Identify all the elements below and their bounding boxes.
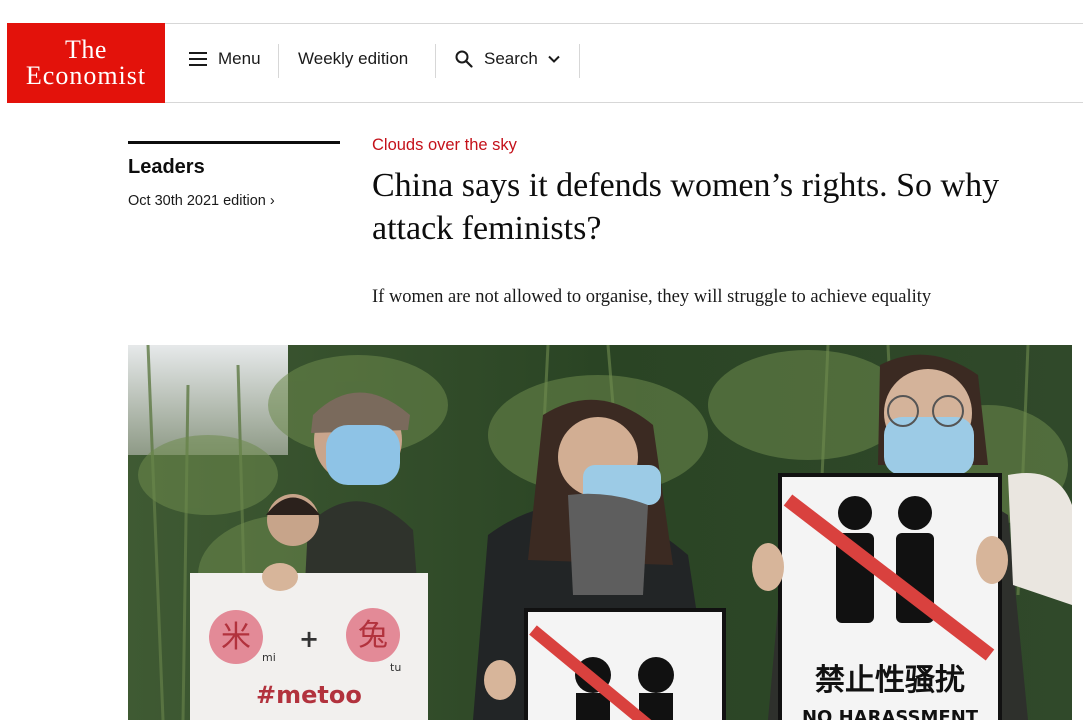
sign-hashtag: #metoo [256,681,362,709]
hero-image: 米 mi + 兔 tu #metoo 禁止性骚扰 NO HARASSMENT [128,345,1072,720]
article-standfirst: If women are not allowed to organise, th… [372,287,932,307]
menu-button[interactable]: Menu [189,40,261,78]
protest-photo: 米 mi + 兔 tu #metoo 禁止性骚扰 NO HARASSMENT [128,345,1072,720]
search-button[interactable]: Search [455,40,560,78]
header-bottom-divider [165,102,1083,103]
logo-line-1: The [65,35,107,64]
logo-line-2: Economist [25,61,147,90]
search-label: Search [484,49,538,68]
sign-label-mi: mi [262,651,276,664]
nav-separator [278,44,279,78]
edition-link[interactable]: Oct 30th 2021 edition › [128,193,275,209]
weekly-edition-link[interactable]: Weekly edition [298,40,408,78]
sign-char-mi: 米 [221,620,251,655]
header-top-divider [165,23,1083,24]
economist-logo[interactable]: The Economist [7,23,165,103]
chevron-down-icon [548,55,560,63]
edition-label: Oct 30th 2021 edition [128,193,266,209]
article-rubric: Clouds over the sky [372,136,517,154]
search-icon [455,50,473,68]
sign-plus: + [299,625,319,653]
sign-char-tu: 兔 [358,618,388,653]
sign-chinese-text: 禁止性骚扰 [815,663,965,698]
nav-separator [435,44,436,78]
section-rule [128,141,340,144]
menu-label: Menu [218,49,261,68]
sign-label-tu: tu [390,661,401,674]
weekly-edition-label: Weekly edition [298,49,409,68]
nav-separator [579,44,580,78]
hamburger-icon [189,52,207,66]
article-headline: China says it defends women’s rights. So… [372,167,1000,247]
chevron-right-icon: › [269,193,275,209]
sign-english-text: NO HARASSMENT [802,707,979,720]
section-name[interactable]: Leaders [128,156,205,179]
